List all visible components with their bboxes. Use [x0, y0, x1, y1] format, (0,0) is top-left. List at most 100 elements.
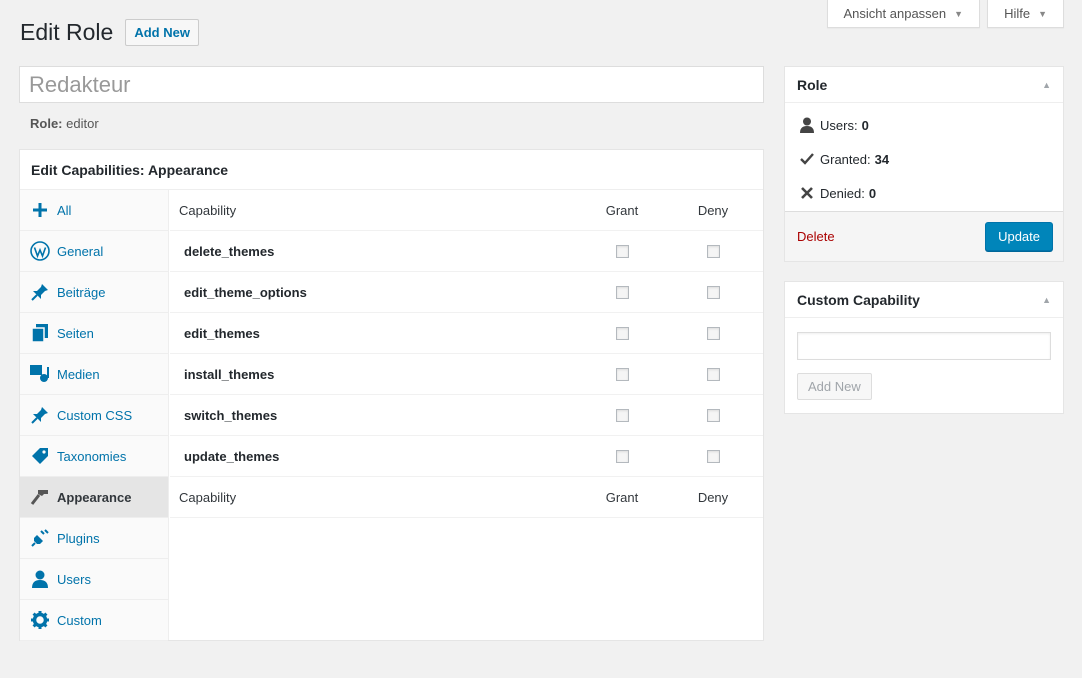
- help-button[interactable]: Hilfe ▼: [987, 0, 1064, 28]
- capabilities-box: Edit Capabilities: Appearance All Genera…: [19, 149, 764, 641]
- collapse-arrow-icon[interactable]: ▲: [1042, 80, 1051, 90]
- capabilities-table: Capability Grant Deny delete_themes edit…: [170, 190, 763, 518]
- sidebar-item-label: Taxonomies: [57, 448, 127, 464]
- column-deny: Deny: [697, 489, 729, 505]
- wordpress-icon: [30, 241, 50, 261]
- role-name-input[interactable]: Redakteur: [19, 66, 764, 103]
- sidebar-item-label: Medien: [57, 366, 100, 382]
- denied-stat: Denied: 0: [785, 176, 1063, 210]
- sidebar-item-users[interactable]: Users: [20, 559, 168, 600]
- media-icon: [30, 364, 50, 384]
- sidebar-item-taxonomies[interactable]: Taxonomies: [20, 436, 168, 477]
- column-capability: Capability: [179, 489, 237, 505]
- tag-icon: [30, 446, 50, 466]
- sidebar-item-plugins[interactable]: Plugins: [20, 518, 168, 559]
- sidebar-item-label: Appearance: [57, 489, 132, 505]
- deny-checkbox[interactable]: [706, 326, 720, 340]
- capability-name: switch_themes: [184, 407, 278, 423]
- capabilities-title: Edit Capabilities: Appearance: [20, 150, 763, 190]
- sidebar-item-label: All: [57, 202, 72, 218]
- users-stat: Users: 0: [785, 108, 1063, 142]
- role-slug-label: Role:: [30, 116, 63, 131]
- table-row: switch_themes: [170, 395, 763, 436]
- role-box-title: Role: [797, 76, 828, 93]
- granted-label: Granted:: [820, 151, 871, 167]
- custom-capability-title: Custom Capability: [797, 291, 920, 308]
- user-icon: [30, 569, 50, 589]
- brush-icon: [30, 487, 50, 507]
- role-stats: Users: 0 Granted: 34 Denied: 0: [785, 103, 1063, 211]
- capability-name: delete_themes: [184, 243, 275, 259]
- role-box: Role ▲ Users: 0 Granted: 34 Denied: 0 De…: [784, 66, 1064, 262]
- grant-checkbox[interactable]: [615, 244, 629, 258]
- table-row: edit_themes: [170, 313, 763, 354]
- custom-capability-box: Custom Capability ▲ Add New: [784, 281, 1064, 414]
- deny-checkbox[interactable]: [706, 367, 720, 381]
- x-icon: [798, 187, 816, 199]
- sidebar-item-label: Beiträge: [57, 284, 106, 300]
- users-label: Users:: [820, 117, 858, 133]
- collapse-arrow-icon[interactable]: ▲: [1042, 295, 1051, 305]
- granted-count: 34: [874, 151, 890, 167]
- plug-icon: [30, 528, 50, 548]
- role-actions: Delete Update: [785, 211, 1063, 261]
- add-new-role-button[interactable]: Add New: [125, 19, 199, 46]
- capability-name: update_themes: [184, 448, 280, 464]
- table-row: delete_themes: [170, 231, 763, 272]
- denied-label: Denied:: [820, 185, 865, 201]
- sidebar-item-seiten[interactable]: Seiten: [20, 313, 168, 354]
- screen-options-button[interactable]: Ansicht anpassen ▼: [826, 0, 981, 28]
- deny-checkbox[interactable]: [706, 285, 720, 299]
- pages-icon: [30, 323, 50, 343]
- screen-meta-links: Ansicht anpassen ▼ Hilfe ▼: [826, 0, 1064, 28]
- capabilities-sidebar: All General Beiträge Seiten Medien Custo…: [20, 190, 169, 641]
- help-label: Hilfe: [1004, 6, 1031, 21]
- capability-name: edit_themes: [184, 325, 260, 341]
- custom-capability-input[interactable]: [797, 332, 1051, 360]
- capability-name: edit_theme_options: [184, 284, 307, 300]
- add-capability-button[interactable]: Add New: [797, 373, 872, 400]
- sidebar-item-medien[interactable]: Medien: [20, 354, 168, 395]
- table-footer: Capability Grant Deny: [170, 477, 763, 518]
- role-slug-value: editor: [66, 116, 99, 131]
- caret-down-icon: ▼: [954, 8, 964, 19]
- deny-checkbox[interactable]: [706, 449, 720, 463]
- grant-checkbox[interactable]: [615, 408, 629, 422]
- grant-checkbox[interactable]: [615, 326, 629, 340]
- table-row: update_themes: [170, 436, 763, 477]
- sidebar-item-label: Custom: [57, 612, 102, 628]
- grant-checkbox[interactable]: [615, 449, 629, 463]
- sidebar-item-label: Custom CSS: [57, 407, 133, 423]
- sidebar-item-all[interactable]: All: [20, 190, 168, 231]
- sidebar-item-beitraege[interactable]: Beiträge: [20, 272, 168, 313]
- table-row: install_themes: [170, 354, 763, 395]
- deny-checkbox[interactable]: [706, 408, 720, 422]
- role-slug: Role: editor: [30, 116, 99, 131]
- caret-down-icon: ▼: [1038, 8, 1047, 19]
- sidebar-item-custom-css[interactable]: Custom CSS: [20, 395, 168, 436]
- sidebar-item-label: Seiten: [57, 325, 94, 341]
- delete-link[interactable]: Delete: [797, 229, 835, 244]
- pin-icon: [30, 282, 50, 302]
- deny-checkbox[interactable]: [706, 244, 720, 258]
- update-button[interactable]: Update: [985, 222, 1053, 251]
- column-deny: Deny: [697, 202, 729, 218]
- sidebar-item-label: General: [57, 243, 104, 259]
- grant-checkbox[interactable]: [615, 367, 629, 381]
- gear-icon: [30, 610, 50, 630]
- user-icon: [798, 117, 816, 133]
- page-header: Edit Role Add New: [20, 19, 199, 46]
- sidebar-item-general[interactable]: General: [20, 231, 168, 272]
- column-grant: Grant: [605, 202, 639, 218]
- checkmark-icon: [798, 153, 816, 165]
- grant-checkbox[interactable]: [615, 285, 629, 299]
- sidebar-item-appearance[interactable]: Appearance: [20, 477, 168, 518]
- plus-icon: [30, 200, 50, 220]
- sidebar-item-custom[interactable]: Custom: [20, 600, 168, 641]
- page-title: Edit Role: [20, 19, 114, 45]
- table-row: edit_theme_options: [170, 272, 763, 313]
- column-grant: Grant: [605, 489, 639, 505]
- role-box-header: Role ▲: [785, 67, 1063, 103]
- capability-name: install_themes: [184, 366, 275, 382]
- column-capability: Capability: [179, 202, 237, 218]
